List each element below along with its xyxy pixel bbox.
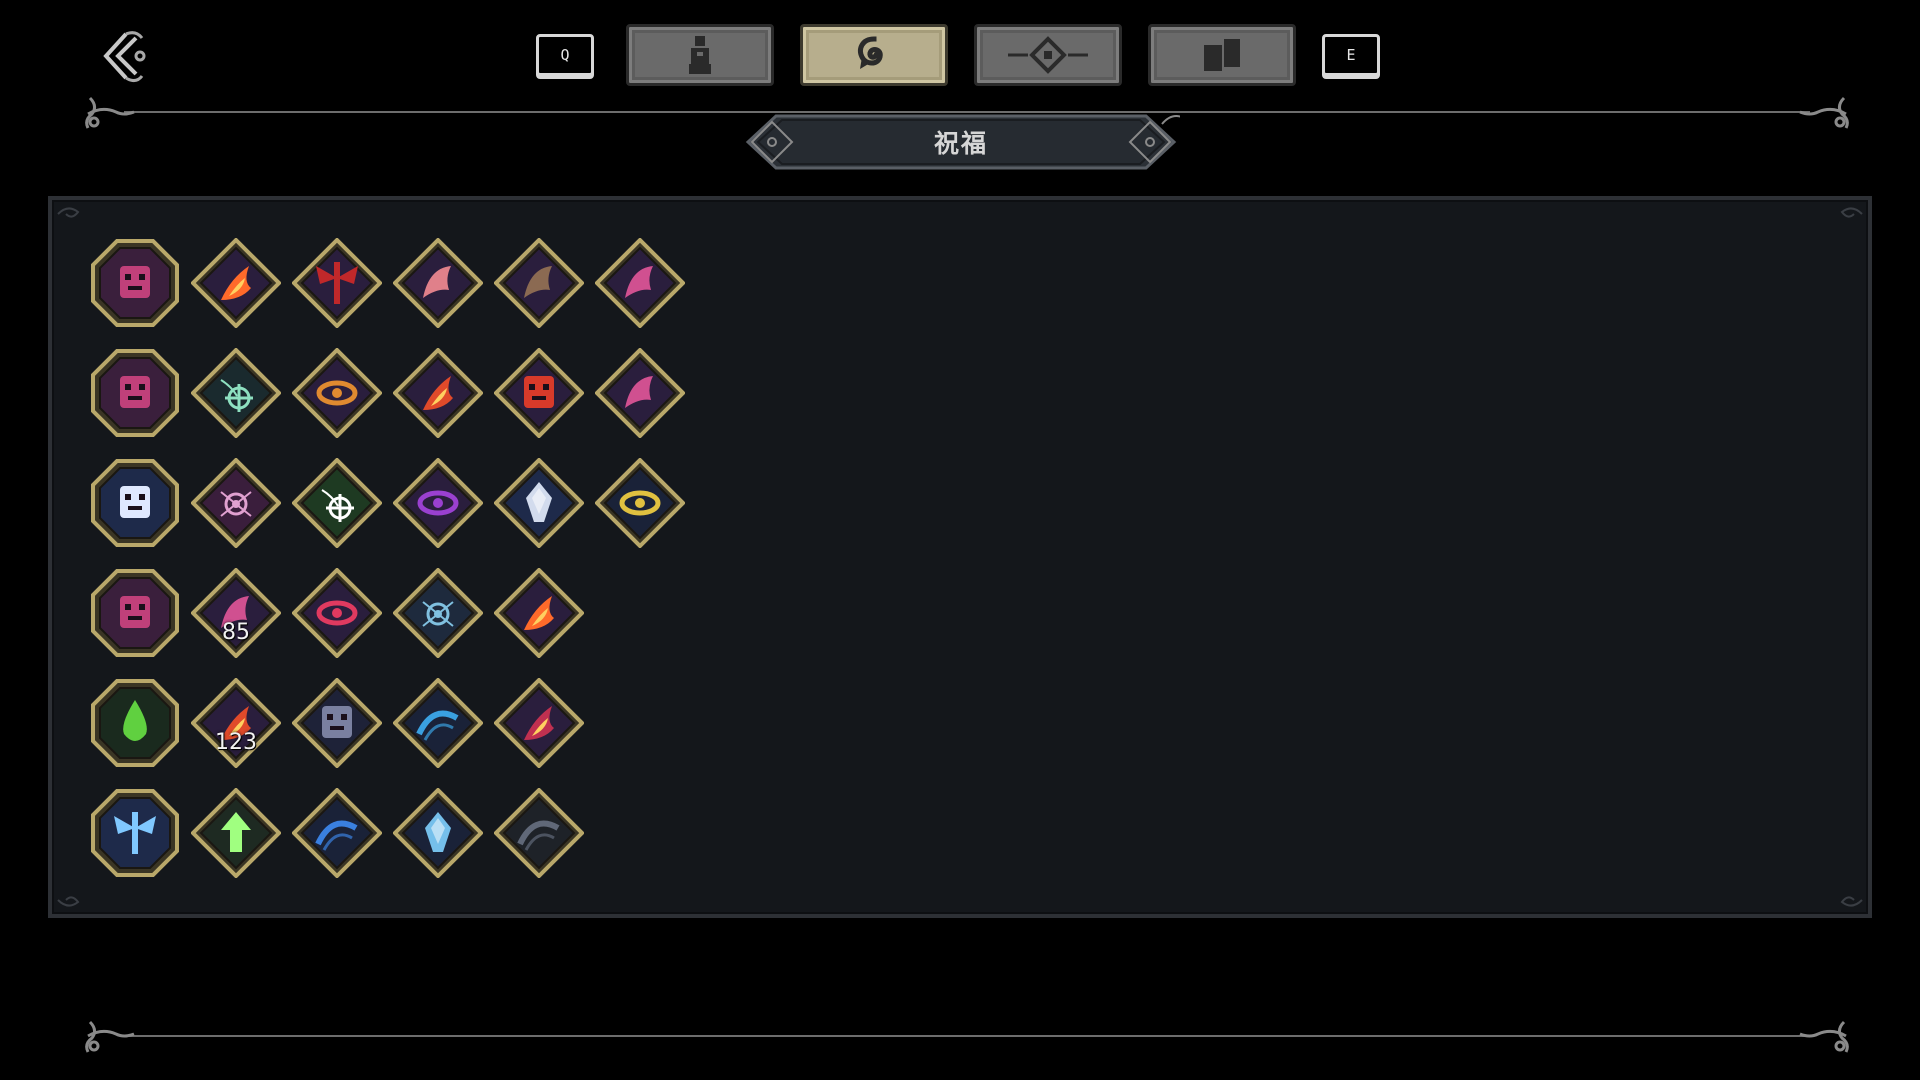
- blessing-slot[interactable]: [191, 238, 281, 328]
- blessing-slot[interactable]: [292, 568, 382, 658]
- dark-arch-icon: [494, 788, 584, 878]
- purple-eye-icon: [393, 458, 483, 548]
- red-eye-icon: [292, 568, 382, 658]
- crosshair-vines-icon: [191, 348, 281, 438]
- beast-face-icon: [91, 569, 179, 657]
- next-tab-key-hint[interactable]: E: [1322, 34, 1380, 76]
- golden-eyes-icon: [595, 458, 685, 548]
- crosshair-spider-icon: [292, 458, 382, 548]
- blessing-slot[interactable]: [494, 348, 584, 438]
- diamond-target-icon: [1008, 36, 1088, 74]
- title-plaque: 祝福: [742, 110, 1180, 174]
- blessing-slot[interactable]: [393, 568, 483, 658]
- web-sigil-icon: [191, 458, 281, 548]
- panel-corner-ornament: [57, 896, 80, 907]
- blessing-slot[interactable]: [292, 238, 382, 328]
- blessing-slot[interactable]: [292, 788, 382, 878]
- blue-arc-icon: [393, 678, 483, 768]
- tab-blessings[interactable]: [800, 24, 948, 86]
- ice-crystal-icon: [393, 788, 483, 878]
- hooded-figure-icon: [494, 238, 584, 328]
- blessing-slot[interactable]: [494, 238, 584, 328]
- blessing-slot[interactable]: [595, 348, 685, 438]
- prev-tab-key-hint[interactable]: Q: [536, 34, 594, 76]
- blessing-slot[interactable]: [393, 458, 483, 548]
- shield-eye-icon: [292, 348, 382, 438]
- demon-face-icon: [494, 348, 584, 438]
- back-arrow-icon: [103, 31, 146, 83]
- page-title: 祝福: [933, 129, 988, 158]
- blessings-panel: 85 123: [48, 196, 1872, 918]
- blessing-slot[interactable]: [494, 568, 584, 658]
- blessing-slot[interactable]: [494, 458, 584, 548]
- cards-icon: [1204, 39, 1240, 71]
- blessing-core-slot[interactable]: [90, 568, 180, 658]
- blessing-slot[interactable]: [292, 348, 382, 438]
- blessing-core-slot[interactable]: [90, 348, 180, 438]
- back-button[interactable]: [96, 28, 150, 90]
- ember-trail-icon: [191, 678, 281, 768]
- venom-drop-icon: [91, 679, 179, 767]
- blessing-slot[interactable]: [292, 458, 382, 548]
- fist-icon: [91, 239, 179, 327]
- crimson-wings-icon: [292, 238, 382, 328]
- claw-marks-icon: [393, 238, 483, 328]
- blessings-screen: Q E 祝福 85 123: [0, 0, 1920, 1080]
- bottom-divider: [85, 1020, 1849, 1053]
- claw-strike-icon: [91, 459, 179, 547]
- blessing-core-slot[interactable]: [90, 788, 180, 878]
- rune-glyph-icon: [91, 349, 179, 437]
- blessing-slot[interactable]: [494, 788, 584, 878]
- blessing-slot[interactable]: [595, 458, 685, 548]
- panel-corner-ornament: [57, 207, 80, 218]
- blessing-core-slot[interactable]: [90, 458, 180, 548]
- blessing-core-slot[interactable]: [90, 678, 180, 768]
- winged-cross-icon: [91, 789, 179, 877]
- blessing-slot[interactable]: [292, 678, 382, 768]
- panel-corner-ornament: [1840, 896, 1863, 907]
- horned-skull-icon: [292, 678, 382, 768]
- shatter-icon: [494, 458, 584, 548]
- ember-trail-icon: [393, 348, 483, 438]
- blue-wave-icon: [292, 788, 382, 878]
- crimson-streak-icon: [494, 678, 584, 768]
- pink-blob-icon: [595, 348, 685, 438]
- blessing-slot[interactable]: 85: [191, 568, 281, 658]
- blessing-slot[interactable]: [393, 678, 483, 768]
- blessing-slot[interactable]: 123: [191, 678, 281, 768]
- spider-icon: [393, 568, 483, 658]
- blessing-slot[interactable]: [393, 348, 483, 438]
- tab-character[interactable]: [626, 24, 774, 86]
- blessing-slot[interactable]: [191, 348, 281, 438]
- tab-cards[interactable]: [1148, 24, 1296, 86]
- blessing-slot[interactable]: [191, 788, 281, 878]
- pink-hook-icon: [191, 568, 281, 658]
- tab-targets[interactable]: [974, 24, 1122, 86]
- blessing-core-slot[interactable]: [90, 238, 180, 328]
- blessing-slot[interactable]: [191, 458, 281, 548]
- pink-hook-icon: [595, 238, 685, 328]
- character-icon: [689, 36, 711, 74]
- blessing-slot[interactable]: [595, 238, 685, 328]
- blessing-swirl-icon: [858, 36, 883, 69]
- green-arrow-icon: [191, 788, 281, 878]
- fire-pillar-icon: [494, 568, 584, 658]
- blessing-slot[interactable]: [393, 238, 483, 328]
- blessing-slot[interactable]: [393, 788, 483, 878]
- panel-corner-ornament: [1840, 207, 1863, 218]
- flame-slash-icon: [191, 238, 281, 328]
- blessing-slot[interactable]: [494, 678, 584, 768]
